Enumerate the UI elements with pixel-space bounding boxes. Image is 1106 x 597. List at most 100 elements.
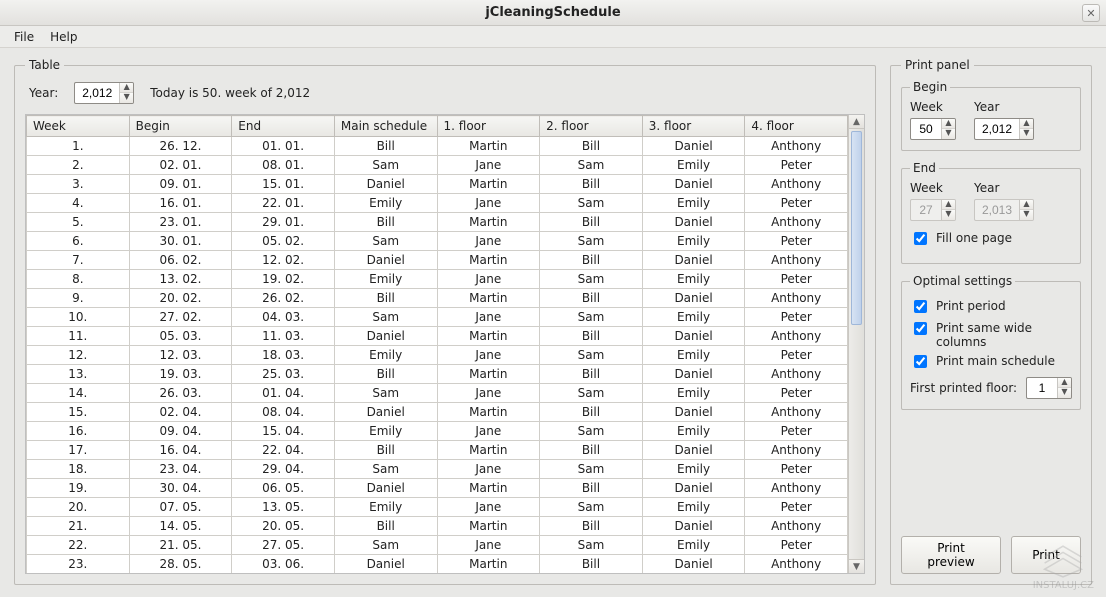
- print-main-check[interactable]: Print main schedule: [910, 354, 1072, 371]
- column-header[interactable]: 2. floor: [540, 116, 643, 137]
- menu-file[interactable]: File: [6, 28, 42, 46]
- close-button[interactable]: ✕: [1082, 4, 1100, 22]
- table-row[interactable]: 23.28. 05.03. 06.DanielMartinBillDanielA…: [27, 555, 848, 574]
- table-row[interactable]: 8.13. 02.19. 02.EmilyJaneSamEmilyPeter: [27, 270, 848, 289]
- cell: Daniel: [642, 137, 745, 156]
- cell: Emily: [334, 270, 437, 289]
- menu-help[interactable]: Help: [42, 28, 85, 46]
- table-row[interactable]: 2.02. 01.08. 01.SamJaneSamEmilyPeter: [27, 156, 848, 175]
- table-row[interactable]: 3.09. 01.15. 01.DanielMartinBillDanielAn…: [27, 175, 848, 194]
- down-icon[interactable]: ▼: [1058, 388, 1071, 398]
- down-icon[interactable]: ▼: [120, 93, 133, 103]
- table-row[interactable]: 13.19. 03.25. 03.BillMartinBillDanielAnt…: [27, 365, 848, 384]
- column-header[interactable]: 3. floor: [642, 116, 745, 137]
- begin-week-input[interactable]: [911, 119, 941, 139]
- cell: 05. 02.: [232, 232, 335, 251]
- column-header[interactable]: Main schedule: [334, 116, 437, 137]
- column-header[interactable]: 1. floor: [437, 116, 540, 137]
- cell: 21. 05.: [129, 536, 232, 555]
- first-floor-input[interactable]: [1027, 378, 1057, 398]
- cell: Martin: [437, 251, 540, 270]
- table-row[interactable]: 16.09. 04.15. 04.EmilyJaneSamEmilyPeter: [27, 422, 848, 441]
- table-row[interactable]: 18.23. 04.29. 04.SamJaneSamEmilyPeter: [27, 460, 848, 479]
- print-preview-button[interactable]: Print preview: [901, 536, 1001, 574]
- cell: Emily: [642, 422, 745, 441]
- cell: 23.: [27, 555, 130, 574]
- cell: Martin: [437, 403, 540, 422]
- table-row[interactable]: 4.16. 01.22. 01.EmilyJaneSamEmilyPeter: [27, 194, 848, 213]
- table-row[interactable]: 21.14. 05.20. 05.BillMartinBillDanielAnt…: [27, 517, 848, 536]
- down-icon: ▼: [1020, 210, 1033, 220]
- cell: 7.: [27, 251, 130, 270]
- end-legend: End: [910, 161, 939, 175]
- down-icon[interactable]: ▼: [1020, 129, 1033, 139]
- print-period-label: Print period: [936, 299, 1006, 313]
- cell: Peter: [745, 156, 848, 175]
- end-week-label: Week: [910, 181, 956, 195]
- cell: Bill: [540, 403, 643, 422]
- table-row[interactable]: 10.27. 02.04. 03.SamJaneSamEmilyPeter: [27, 308, 848, 327]
- cell: Daniel: [642, 213, 745, 232]
- year-spinner[interactable]: ▲▼: [74, 82, 134, 104]
- column-header[interactable]: Week: [27, 116, 130, 137]
- cell: Bill: [540, 327, 643, 346]
- cell: Daniel: [334, 327, 437, 346]
- cell: Jane: [437, 460, 540, 479]
- end-group: End Week ▲▼ Year ▲▼: [901, 161, 1081, 264]
- end-year-label: Year: [974, 181, 1034, 195]
- print-button[interactable]: Print: [1011, 536, 1081, 574]
- cell: 30. 01.: [129, 232, 232, 251]
- table-row[interactable]: 20.07. 05.13. 05.EmilyJaneSamEmilyPeter: [27, 498, 848, 517]
- table-row[interactable]: 9.20. 02.26. 02.BillMartinBillDanielAnth…: [27, 289, 848, 308]
- table-row[interactable]: 15.02. 04.08. 04.DanielMartinBillDanielA…: [27, 403, 848, 422]
- table-row[interactable]: 19.30. 04.06. 05.DanielMartinBillDanielA…: [27, 479, 848, 498]
- cell: Sam: [540, 346, 643, 365]
- column-header[interactable]: End: [232, 116, 335, 137]
- scroll-track[interactable]: [849, 129, 864, 559]
- table-row[interactable]: 12.12. 03.18. 03.EmilyJaneSamEmilyPeter: [27, 346, 848, 365]
- cell: Peter: [745, 460, 848, 479]
- down-icon[interactable]: ▼: [942, 129, 955, 139]
- year-input[interactable]: [75, 83, 119, 103]
- cell: 5.: [27, 213, 130, 232]
- print-same-wide-check[interactable]: Print same wide columns: [910, 321, 1072, 349]
- cell: 2.: [27, 156, 130, 175]
- print-period-check[interactable]: Print period: [910, 299, 1072, 316]
- print-main-checkbox[interactable]: [914, 355, 927, 368]
- fill-one-page-checkbox[interactable]: [914, 232, 927, 245]
- table-row[interactable]: 7.06. 02.12. 02.DanielMartinBillDanielAn…: [27, 251, 848, 270]
- cell: 23. 01.: [129, 213, 232, 232]
- table-row[interactable]: 17.16. 04.22. 04.BillMartinBillDanielAnt…: [27, 441, 848, 460]
- cell: Daniel: [642, 555, 745, 574]
- print-same-wide-checkbox[interactable]: [914, 322, 927, 335]
- cell: Peter: [745, 384, 848, 403]
- begin-week-spinner[interactable]: ▲▼: [910, 118, 956, 140]
- scroll-down-icon[interactable]: ▼: [849, 559, 864, 573]
- table-row[interactable]: 11.05. 03.11. 03.DanielMartinBillDanielA…: [27, 327, 848, 346]
- cell: Sam: [540, 384, 643, 403]
- cell: Jane: [437, 422, 540, 441]
- table-row[interactable]: 6.30. 01.05. 02.SamJaneSamEmilyPeter: [27, 232, 848, 251]
- scroll-up-icon[interactable]: ▲: [849, 115, 864, 129]
- cell: Sam: [540, 460, 643, 479]
- cell: Anthony: [745, 213, 848, 232]
- vertical-scrollbar[interactable]: ▲ ▼: [848, 115, 864, 573]
- first-floor-spinner[interactable]: ▲▼: [1026, 377, 1072, 399]
- cell: Sam: [334, 384, 437, 403]
- cell: Peter: [745, 536, 848, 555]
- begin-year-input[interactable]: [975, 119, 1019, 139]
- table-row[interactable]: 1.26. 12.01. 01.BillMartinBillDanielAnth…: [27, 137, 848, 156]
- first-floor-label: First printed floor:: [910, 381, 1017, 395]
- cell: 14. 05.: [129, 517, 232, 536]
- end-week-spinner: ▲▼: [910, 199, 956, 221]
- begin-year-spinner[interactable]: ▲▼: [974, 118, 1034, 140]
- table-row[interactable]: 14.26. 03.01. 04.SamJaneSamEmilyPeter: [27, 384, 848, 403]
- table-row[interactable]: 22.21. 05.27. 05.SamJaneSamEmilyPeter: [27, 536, 848, 555]
- scroll-thumb[interactable]: [851, 131, 862, 325]
- column-header[interactable]: 4. floor: [745, 116, 848, 137]
- table-row[interactable]: 5.23. 01.29. 01.BillMartinBillDanielAnth…: [27, 213, 848, 232]
- print-period-checkbox[interactable]: [914, 300, 927, 313]
- cell: Sam: [540, 232, 643, 251]
- fill-one-page-check[interactable]: Fill one page: [910, 231, 1072, 248]
- column-header[interactable]: Begin: [129, 116, 232, 137]
